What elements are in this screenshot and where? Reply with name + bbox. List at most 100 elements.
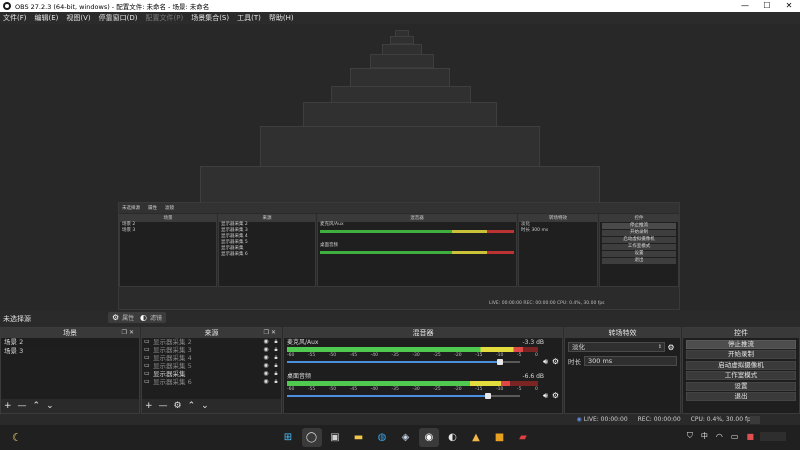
- obs-app-icon[interactable]: ◉: [419, 428, 439, 447]
- start-virtual-camera-button[interactable]: 启动虚拟摄像机: [686, 360, 796, 370]
- visibility-eye-icon[interactable]: ◉: [261, 354, 271, 362]
- lock-icon[interactable]: 🔒︎: [271, 378, 281, 386]
- move-source-down-button[interactable]: ⌄: [201, 399, 209, 413]
- meter-scale-tick: -40: [370, 387, 378, 392]
- meter-scale-tick: -30: [412, 387, 420, 392]
- scenes-toolbar: + — ⌃ ⌄: [1, 399, 139, 413]
- volume-slider-handle[interactable]: [496, 359, 503, 365]
- maximize-button[interactable]: ☐: [756, 0, 778, 12]
- no-source-label: 未选择源: [3, 315, 31, 323]
- sources-dock-title: 来源 ❐✕: [142, 328, 281, 338]
- meter-scale-tick: -25: [433, 387, 441, 392]
- steam-icon[interactable]: ◈: [396, 428, 416, 447]
- meter-scale-tick: -60: [287, 353, 295, 358]
- shield-icon[interactable]: ⛉: [687, 431, 693, 441]
- mini-meter: [320, 230, 514, 233]
- task-view-icon[interactable]: ▣: [325, 428, 345, 447]
- visibility-eye-icon[interactable]: ◉: [261, 362, 271, 370]
- resize-grip[interactable]: [750, 416, 760, 424]
- gear-icon[interactable]: ⚙: [665, 343, 677, 352]
- lock-icon[interactable]: 🔒︎: [271, 362, 281, 370]
- chevron-updown-icon: ⇕: [657, 344, 662, 350]
- menu-scene-collection[interactable]: 场景集合(S): [191, 13, 229, 23]
- source-name: 显示器采集 3: [153, 346, 192, 354]
- mini-sources-title: 来源: [219, 215, 315, 222]
- scene-item[interactable]: 场景 2: [1, 338, 139, 347]
- sources-title-text: 来源: [204, 329, 219, 337]
- close-button[interactable]: ✕: [778, 0, 800, 12]
- clock[interactable]: [760, 431, 786, 441]
- display-capture-icon: ▭: [144, 346, 150, 353]
- edge-browser-icon[interactable]: ◍: [372, 428, 392, 447]
- lock-icon[interactable]: 🔒︎: [271, 338, 281, 346]
- mini-scenes-title: 场景: [120, 215, 216, 222]
- scenes-title-text: 场景: [63, 329, 77, 337]
- add-scene-button[interactable]: +: [4, 399, 12, 413]
- volume-slider-handle[interactable]: [484, 393, 491, 399]
- volume-slider[interactable]: [287, 361, 520, 363]
- move-scene-up-button[interactable]: ⌃: [33, 399, 41, 413]
- windows-start-icon[interactable]: ⊞: [278, 428, 298, 447]
- visibility-eye-icon[interactable]: ◉: [261, 338, 271, 346]
- visibility-eye-icon[interactable]: ◉: [261, 378, 271, 386]
- dock-float-close-icon[interactable]: ❐✕: [122, 328, 136, 338]
- app-icon[interactable]: ▲: [466, 428, 486, 447]
- menu-help[interactable]: 帮助(H): [269, 13, 294, 23]
- source-item[interactable]: ▭ 显示器采集 6 ◉ 🔒︎: [142, 378, 281, 386]
- minimize-button[interactable]: —: [734, 0, 756, 12]
- meter-scale-tick: -60: [287, 387, 295, 392]
- lock-icon[interactable]: 🔒︎: [271, 370, 281, 378]
- lock-icon[interactable]: 🔒︎: [271, 346, 281, 354]
- source-item[interactable]: ▭ 显示器采集 5 ◉ 🔒︎: [142, 362, 281, 370]
- source-item[interactable]: ▭ 显示器采集 ◉ 🔒︎: [142, 370, 281, 378]
- wifi-icon[interactable]: ◠: [716, 432, 723, 441]
- menu-tools[interactable]: 工具(T): [237, 13, 261, 23]
- source-item[interactable]: ▭ 显示器采集 4 ◉ 🔒︎: [142, 354, 281, 362]
- lock-icon[interactable]: 🔒︎: [271, 354, 281, 362]
- dock-float-close-icon[interactable]: ❐✕: [264, 328, 278, 338]
- remove-source-button[interactable]: —: [159, 399, 168, 413]
- windows-taskbar: ☾ ⊞ ◯ ▣ ▬ ◍ ◈ ◉ ◐ ▲ ■ ▰ ⛉ 中 ◠ ▭ ■: [0, 425, 800, 450]
- menu-docks[interactable]: 停靠窗口(D): [99, 13, 138, 23]
- settings-button[interactable]: 设置: [686, 381, 796, 391]
- source-item[interactable]: ▭ 显示器采集 2 ◉ 🔒︎: [142, 338, 281, 346]
- weather-moon-icon[interactable]: ☾: [12, 431, 22, 444]
- visibility-eye-icon[interactable]: ◉: [261, 370, 271, 378]
- gear-icon[interactable]: ⚙: [552, 391, 559, 400]
- menu-view[interactable]: 视图(V): [66, 13, 90, 23]
- app-icon[interactable]: ▰: [513, 428, 533, 447]
- duration-input[interactable]: 300 ms: [584, 356, 677, 366]
- filters-button[interactable]: ◐ 滤镜: [136, 312, 166, 323]
- menu-file[interactable]: 文件(F): [3, 13, 27, 23]
- move-scene-down-button[interactable]: ⌄: [46, 399, 54, 413]
- exit-button[interactable]: 退出: [686, 392, 796, 401]
- source-properties-gear-icon[interactable]: ⚙: [174, 399, 182, 413]
- stop-streaming-button[interactable]: 停止推流: [686, 339, 796, 349]
- start-recording-button[interactable]: 开始录制: [686, 350, 796, 359]
- app-icon[interactable]: ■: [490, 428, 510, 447]
- mixer-track-desktop: 桌面音频 -6.6 dB -60 -55 -50 -45 -40 -35 -30 -25 -20…: [286, 372, 560, 406]
- ime-icon[interactable]: 中: [701, 431, 708, 441]
- move-source-up-button[interactable]: ⌃: [188, 399, 196, 413]
- file-explorer-icon[interactable]: ▬: [349, 428, 369, 447]
- mini-source-item: 显示器采集 6: [221, 252, 248, 257]
- tray-app-icon[interactable]: ■: [746, 432, 754, 441]
- studio-mode-button[interactable]: 工作室模式: [686, 371, 796, 380]
- remove-scene-button[interactable]: —: [18, 399, 27, 413]
- visibility-eye-icon[interactable]: ◉: [261, 346, 271, 354]
- app-icon[interactable]: ◐: [443, 428, 463, 447]
- add-source-button[interactable]: +: [145, 399, 153, 413]
- source-item[interactable]: ▭ 显示器采集 3 ◉ 🔒︎: [142, 346, 281, 354]
- speaker-icon[interactable]: 🔊︎: [543, 391, 548, 401]
- gear-icon[interactable]: ⚙: [552, 357, 559, 366]
- menu-edit[interactable]: 编辑(E): [35, 13, 59, 23]
- search-icon[interactable]: ◯: [301, 428, 322, 447]
- meter-scale-tick: -50: [328, 353, 337, 358]
- transition-select[interactable]: 淡化 ⇕: [568, 342, 665, 352]
- properties-button[interactable]: ⚙ 属性: [108, 312, 139, 323]
- speaker-icon[interactable]: 🔊︎: [543, 357, 548, 367]
- meter-scale-tick: -40: [370, 353, 378, 358]
- mini-transitions-panel: 转场特效 淡化 时长 300 ms: [518, 214, 598, 287]
- scene-item[interactable]: 场景 3: [1, 347, 139, 356]
- battery-icon[interactable]: ▭: [731, 432, 739, 441]
